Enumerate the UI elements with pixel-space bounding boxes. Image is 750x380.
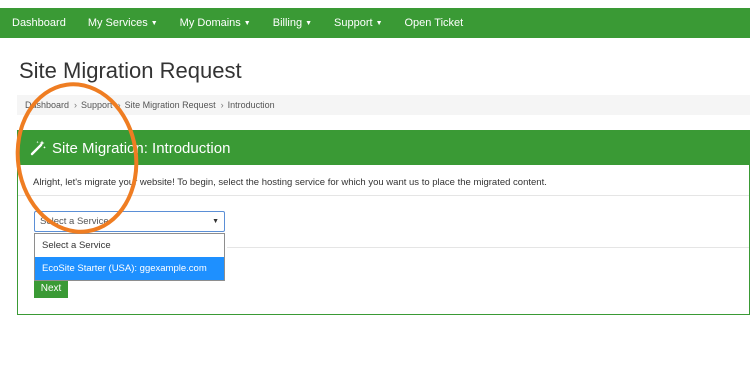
service-option[interactable]: Select a Service (35, 234, 224, 257)
nav-support-label: Support (334, 17, 373, 29)
breadcrumb-separator: › (220, 100, 224, 110)
caret-down-icon: ▼ (243, 19, 251, 27)
divider (227, 247, 749, 248)
panel-title: Site Migration: Introduction (52, 139, 231, 157)
caret-down-icon: ▼ (375, 19, 383, 27)
breadcrumb-support[interactable]: Support (81, 100, 113, 110)
caret-down-icon: ▼ (150, 19, 158, 27)
nav-dashboard-label: Dashboard (12, 17, 66, 29)
migration-panel: Site Migration: Introduction Alright, le… (17, 130, 750, 315)
nav-my-services-label: My Services (87, 17, 148, 29)
nav-open-ticket[interactable]: Open Ticket (394, 8, 475, 38)
breadcrumb-separator: › (74, 100, 78, 110)
intro-text: Alright, let's migrate your website! To … (33, 177, 547, 188)
page-title: Site Migration Request (19, 58, 242, 83)
nav-billing[interactable]: Billing ▼ (262, 8, 323, 38)
next-button[interactable]: Next (34, 278, 68, 298)
magic-wand-icon (30, 140, 46, 156)
service-option-highlighted[interactable]: EcoSite Starter (USA): ggexample.com (35, 257, 224, 280)
nav-dashboard[interactable]: Dashboard (0, 8, 77, 38)
divider (18, 195, 749, 196)
breadcrumb-site-migration-request[interactable]: Site Migration Request (125, 100, 216, 110)
caret-down-icon: ▼ (305, 19, 313, 27)
breadcrumb-dashboard[interactable]: Dashboard (17, 100, 69, 110)
top-navbar: Dashboard My Services ▼ My Domains ▼ Bil… (0, 8, 750, 38)
nav-open-ticket-label: Open Ticket (404, 17, 464, 29)
breadcrumb-introduction: Introduction (227, 100, 275, 110)
nav-my-domains[interactable]: My Domains ▼ (169, 8, 262, 38)
breadcrumb: Dashboard › Support › Site Migration Req… (17, 95, 750, 115)
caret-down-icon: ▼ (212, 218, 219, 225)
nav-support[interactable]: Support ▼ (323, 8, 393, 38)
panel-header: Site Migration: Introduction (18, 131, 749, 165)
service-select-value: Select a Service (40, 216, 109, 227)
nav-my-domains-label: My Domains (179, 17, 241, 29)
nav-my-services[interactable]: My Services ▼ (77, 8, 169, 38)
service-dropdown-list: Select a Service EcoSite Starter (USA): … (34, 233, 225, 281)
breadcrumb-separator: › (117, 100, 121, 110)
service-select[interactable]: Select a Service ▼ (34, 211, 225, 232)
nav-billing-label: Billing (272, 17, 303, 29)
